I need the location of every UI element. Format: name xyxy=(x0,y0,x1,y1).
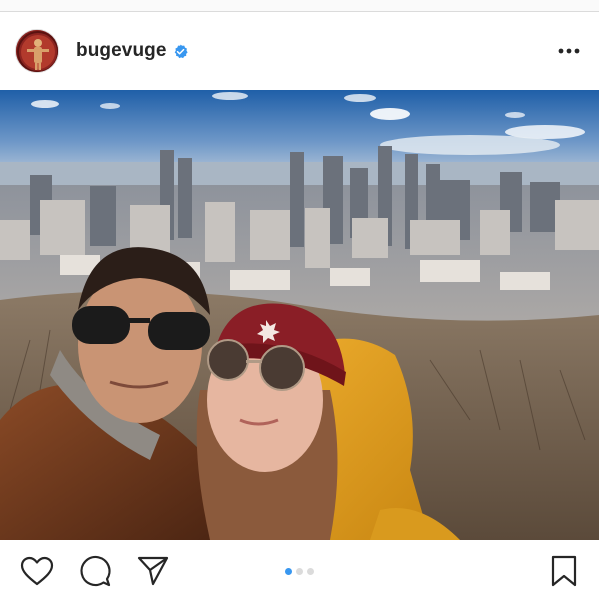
heart-icon xyxy=(20,556,54,586)
bookmark-icon xyxy=(551,555,577,587)
verified-badge-icon xyxy=(174,44,188,58)
share-icon xyxy=(137,556,169,586)
share-button[interactable] xyxy=(136,554,170,588)
username[interactable]: bugevuge xyxy=(76,40,167,62)
profile-avatar[interactable] xyxy=(15,29,59,73)
more-horizontal-icon xyxy=(558,48,580,54)
comment-button[interactable] xyxy=(78,554,112,588)
comment-icon xyxy=(80,555,111,587)
top-edge xyxy=(0,0,599,12)
carousel-dot xyxy=(307,567,314,575)
post-photo[interactable] xyxy=(0,90,599,540)
like-button[interactable] xyxy=(20,554,54,588)
carousel-dot-active xyxy=(285,567,292,575)
carousel-dot xyxy=(296,567,303,575)
post-header: bugevuge xyxy=(0,12,599,90)
post-actions-bar xyxy=(0,540,599,602)
more-options-button[interactable] xyxy=(557,39,581,63)
save-button[interactable] xyxy=(547,554,581,588)
